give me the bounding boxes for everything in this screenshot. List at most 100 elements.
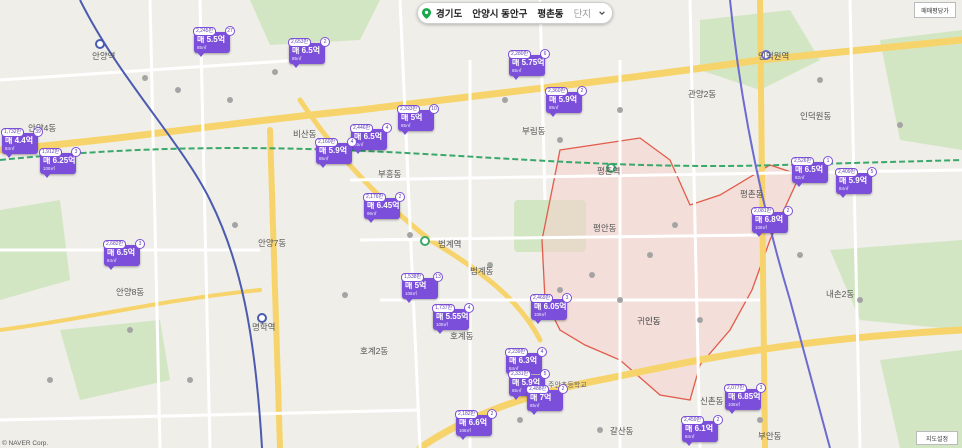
marker-listing-count: 6 [540, 49, 550, 59]
marker-pointer [459, 435, 467, 440]
marker-unit-price: 2,333만 [397, 105, 421, 114]
price-marker[interactable]: 매 5.9억 84㎡ 2,409만 5 [835, 167, 877, 198]
price-marker[interactable]: 매 4.4억 84㎡ 1,732만 39 [1, 127, 43, 158]
marker-unit-price: 2,245만 [193, 27, 217, 36]
price-marker[interactable]: 매 6.45억 96㎡ 2,176만 2 [363, 192, 405, 223]
marker-pointer [197, 52, 205, 57]
label-pyeongchon-dong: 평촌동 [740, 189, 764, 199]
marker-pointer [319, 163, 327, 168]
label-anyang8-dong: 안양8동 [116, 287, 145, 297]
marker-area: 85㎡ [401, 123, 411, 128]
label-bisan-dong: 비산동 [293, 129, 317, 139]
marker-listing-count: 5 [867, 167, 877, 177]
marker-unit-price: 2,239만 [505, 348, 529, 357]
price-marker[interactable]: 매 6.5억 82㎡ 2,526만 1 [791, 156, 833, 187]
marker-pointer [795, 182, 803, 187]
marker-area: 85㎡ [512, 68, 522, 73]
marker-area: 108㎡ [459, 428, 472, 433]
price-marker[interactable]: 매 5.5억 85㎡ 2,245만 27 [193, 26, 235, 57]
marker-unit-price: 2,488만 [526, 385, 550, 394]
marker-area: 84㎡ [685, 434, 695, 439]
price-marker[interactable]: 매 7억 85㎡ 2,488만 2 [526, 384, 568, 415]
marker-unit-price: 2,077만 [724, 384, 748, 393]
marker-area: 85㎡ [512, 388, 522, 393]
marker-listing-count: 2 [577, 86, 587, 96]
chevron-down-icon[interactable] [598, 9, 606, 17]
marker-unit-price: 2,459만 [681, 416, 705, 425]
marker-unit-price: 1,737만 [432, 304, 456, 313]
marker-unit-price: 1,732만 [1, 128, 25, 137]
marker-listing-count: 4 [464, 303, 474, 313]
price-marker[interactable]: 매 6.1억 84㎡ 2,459만 2 [681, 415, 723, 446]
label-burim-dong: 부림동 [522, 126, 546, 136]
label-galsan-dong: 갈산동 [610, 426, 634, 436]
marker-unit-price: 1,538만 [401, 273, 425, 282]
label-pyeongan-dong: 평안동 [593, 223, 617, 233]
marker-pointer [685, 441, 693, 446]
breadcrumb-province[interactable]: 경기도 [436, 6, 462, 20]
marker-pointer [107, 265, 115, 270]
marker-unit-price: 2,446만 [350, 124, 374, 133]
marker-listing-count: 2 [713, 415, 723, 425]
marker-listing-count: 27 [225, 26, 235, 36]
marker-pointer [549, 112, 557, 117]
map-canvas[interactable] [0, 0, 962, 448]
marker-area: 82㎡ [795, 175, 805, 180]
marker-listing-count: 1 [823, 156, 833, 166]
marker-area: 84㎡ [5, 146, 15, 151]
marker-area: 108㎡ [405, 291, 418, 296]
price-marker[interactable]: 매 6.5억 85㎡ 2,446만 4 [350, 123, 392, 154]
marker-listing-count: 4 [347, 137, 357, 147]
marker-listing-count: 3 [71, 147, 81, 157]
price-marker[interactable]: 매 6.5억 84㎡ 2,682만 3 [103, 239, 145, 270]
marker-listing-count: 3 [756, 383, 766, 393]
breadcrumb-city[interactable]: 안양시 동안구 [472, 6, 527, 20]
marker-pointer [405, 298, 413, 303]
marker-pointer [43, 173, 51, 178]
label-in-dong: 인동 [645, 316, 661, 326]
price-marker[interactable]: 매 5.75억 85㎡ 2,280만 6 [508, 49, 550, 80]
map-type-button[interactable]: 매매평당가 [914, 2, 956, 18]
label-buheung-dong: 부흥동 [378, 169, 402, 179]
label-indeogwon-station: 인덕원역 [758, 51, 790, 61]
map-settings-button[interactable]: 지도설정 [916, 431, 958, 445]
marker-unit-price: 2,280만 [508, 50, 532, 59]
label-sinchon-dong: 신촌동 [700, 396, 724, 406]
marker-unit-price: 2,469만 [530, 294, 554, 303]
marker-pointer [839, 193, 847, 198]
marker-area: 108㎡ [43, 166, 56, 171]
marker-area: 85㎡ [549, 105, 559, 110]
breadcrumb-complex[interactable]: 단지 [574, 6, 591, 20]
price-marker[interactable]: 매 6.6억 108㎡ 2,182만 2 [455, 409, 497, 440]
marker-unit-price: 2,409만 [835, 168, 859, 177]
marker-listing-count: 4 [537, 347, 547, 357]
price-marker[interactable]: 매 5억 108㎡ 1,538만 13 [401, 272, 443, 303]
price-marker[interactable]: 매 5.9억 85㎡ 2,160만 4 [315, 137, 357, 168]
price-marker[interactable]: 매 5억 85㎡ 2,333만 10 [397, 104, 439, 135]
marker-pointer [755, 232, 763, 237]
price-marker[interactable]: 매 6.8억 108㎡ 2,081만 2 [751, 206, 793, 237]
breadcrumb-dong[interactable]: 평촌동 [537, 6, 563, 20]
price-marker[interactable]: 매 6.05억 108㎡ 2,469만 3 [530, 293, 572, 324]
marker-unit-price: 2,682만 [103, 240, 127, 249]
label-hogye-dong: 호계동 [450, 331, 474, 341]
marker-pointer [401, 130, 409, 135]
marker-listing-count: 5 [540, 369, 550, 379]
label-anyang7-dong: 안양7동 [258, 238, 287, 248]
location-breadcrumb[interactable]: 경기도 안양시 동안구 평촌동 단지 [417, 2, 614, 24]
price-marker[interactable]: 매 5.9억 85㎡ 2,360만 2 [545, 86, 587, 117]
price-marker[interactable]: 매 5.55억 108㎡ 1,737만 4 [432, 303, 474, 334]
price-marker[interactable]: 매 6.85억 108㎡ 2,077만 3 [724, 383, 766, 414]
price-marker[interactable]: 매 6.25억 108㎡ 1,912만 3 [39, 147, 81, 178]
marker-pointer [367, 218, 375, 223]
marker-listing-count: 2 [320, 37, 330, 47]
marker-pointer [512, 75, 520, 80]
marker-unit-price: 1,912만 [39, 148, 63, 157]
marker-pointer [534, 319, 542, 324]
marker-pointer [512, 395, 520, 400]
marker-area: 108㎡ [534, 312, 547, 317]
marker-area: 96㎡ [367, 211, 377, 216]
price-marker[interactable]: 매 6.5억 85㎡ 2,653만 2 [288, 37, 330, 68]
marker-listing-count: 2 [487, 409, 497, 419]
marker-pointer [728, 409, 736, 414]
